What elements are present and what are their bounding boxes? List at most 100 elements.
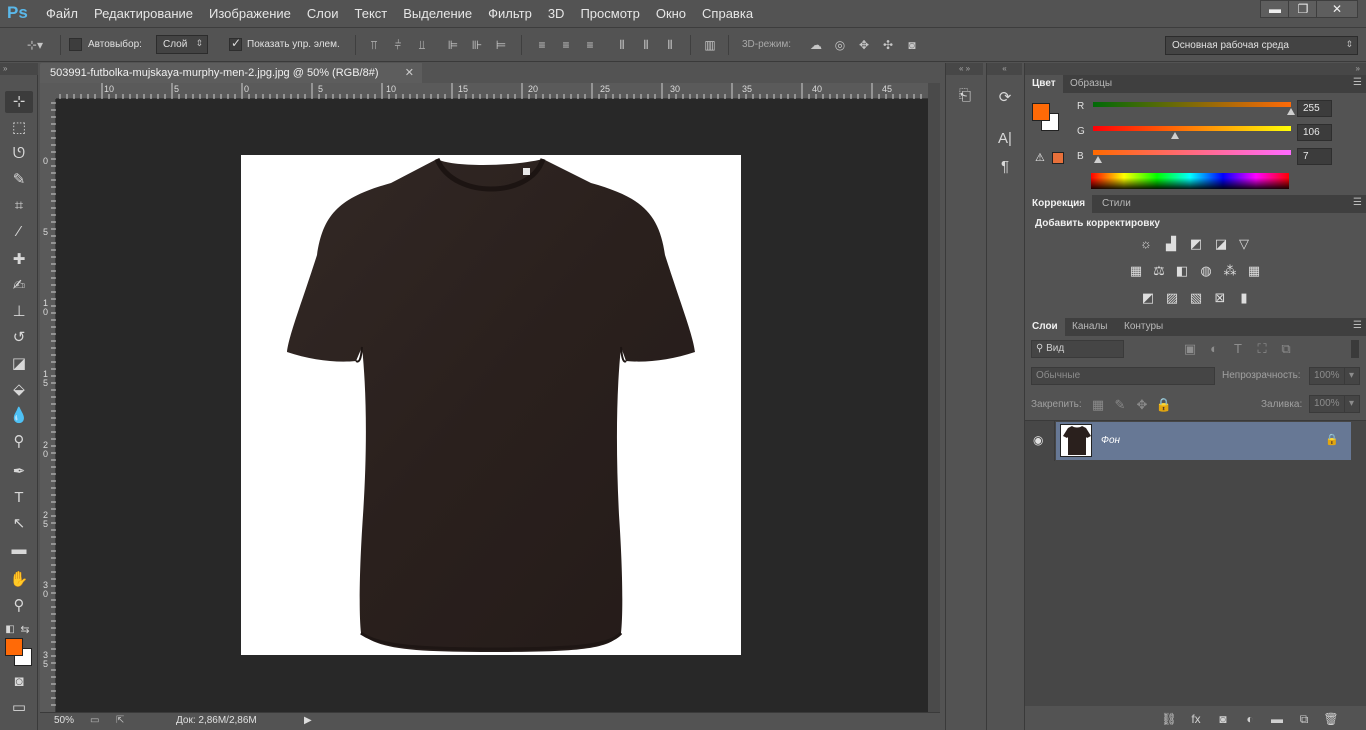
document-canvas[interactable]	[241, 155, 741, 655]
ruler-corner[interactable]	[40, 83, 56, 99]
tab-color[interactable]: Цвет	[1025, 75, 1063, 93]
lock-image-icon[interactable]: ✎	[1111, 397, 1129, 413]
new-layer-icon[interactable]: ⧉	[1295, 712, 1313, 726]
panel-menu-icon[interactable]: ☰	[1353, 320, 1362, 331]
hue-saturation-icon[interactable]: ▦	[1127, 263, 1145, 279]
show-transform-checkbox[interactable]	[229, 36, 242, 51]
green-slider[interactable]	[1093, 126, 1291, 131]
brightness-contrast-icon[interactable]: ☼	[1137, 236, 1155, 252]
close-window-button[interactable]: ✕	[1316, 0, 1358, 18]
right-dock-collapse-icon[interactable]: »	[1025, 63, 1366, 75]
collapse-toolbar-icon[interactable]: »	[0, 63, 38, 75]
menu-filter[interactable]: Фильтр	[488, 6, 532, 21]
panel-foreground-swatch[interactable]	[1032, 103, 1050, 121]
opacity-dropdown-arrow[interactable]: ▾	[1344, 367, 1360, 385]
align-bottom-icon[interactable]: ⫫	[414, 37, 430, 53]
restore-button[interactable]: ❐	[1288, 0, 1318, 18]
zoom-level[interactable]: 50%	[54, 715, 74, 726]
dock-collapse-icon[interactable]: « »	[946, 63, 983, 75]
menu-view[interactable]: Просмотр	[580, 6, 639, 21]
vibrance-icon[interactable]: ▽	[1235, 236, 1253, 252]
threshold-icon[interactable]: ▧	[1187, 290, 1205, 306]
3d-scale-icon[interactable]: ◙	[904, 37, 920, 53]
color-spectrum-ramp[interactable]	[1091, 173, 1289, 189]
channel-mixer-icon[interactable]: ⁂	[1221, 263, 1239, 279]
type-tool-icon[interactable]: T	[5, 487, 33, 509]
layer-style-icon[interactable]: fx	[1187, 712, 1205, 726]
lock-position-icon[interactable]: ✥	[1133, 397, 1151, 413]
foreground-color-swatch[interactable]	[5, 638, 23, 656]
history-brush-tool-icon[interactable]: ↺	[5, 327, 33, 349]
photo-filter-icon[interactable]: ◍	[1197, 263, 1215, 279]
menu-select[interactable]: Выделение	[403, 6, 472, 21]
green-value-input[interactable]: 106	[1297, 124, 1332, 141]
menu-type[interactable]: Текст	[355, 6, 388, 21]
panel-menu-icon[interactable]: ☰	[1353, 77, 1362, 88]
document-tab[interactable]: 503991-futbolka-mujskaya-murphy-men-2.jp…	[40, 63, 422, 83]
zoom-tool-icon[interactable]: ⚲	[5, 595, 33, 617]
tab-adjustments[interactable]: Коррекция	[1025, 195, 1093, 213]
tab-channels[interactable]: Каналы	[1065, 318, 1115, 336]
blur-tool-icon[interactable]: 💧	[5, 405, 33, 427]
layer-row[interactable]: Фон 🔒	[1056, 422, 1351, 460]
document-vertical-scrollbar[interactable]	[928, 83, 940, 712]
filter-shape-icon[interactable]: ⛶	[1253, 341, 1271, 357]
levels-icon[interactable]: ▟	[1162, 236, 1180, 252]
paragraph-panel-icon[interactable]: ¶	[993, 156, 1017, 178]
menu-help[interactable]: Справка	[702, 6, 753, 21]
eye-icon[interactable]: ◉	[1033, 433, 1043, 447]
eyedropper-tool-icon[interactable]: ⁄	[5, 221, 33, 243]
tab-paths[interactable]: Контуры	[1117, 318, 1170, 336]
curves-icon[interactable]: ◩	[1187, 236, 1205, 252]
new-adjustment-layer-icon[interactable]: ◐	[1241, 712, 1259, 726]
menu-layers[interactable]: Слои	[307, 6, 339, 21]
red-slider-thumb[interactable]	[1287, 108, 1295, 115]
filter-type-icon[interactable]: T	[1229, 341, 1247, 357]
blue-slider-thumb[interactable]	[1094, 156, 1103, 163]
filter-toggle[interactable]	[1351, 340, 1359, 358]
history-panel-icon[interactable]: ⎗	[953, 85, 977, 107]
distribute-vcenter-icon[interactable]: ≡	[558, 37, 574, 53]
align-vcenter-icon[interactable]: ⫩	[390, 37, 406, 53]
3d-slide-icon[interactable]: ✣	[880, 37, 896, 53]
3d-pan-icon[interactable]: ✥	[856, 37, 872, 53]
vertical-ruler[interactable]: 0 5 1 0 1 5 2 0 2 5 3 0 3 5	[40, 99, 56, 712]
filter-pixel-icon[interactable]: ▣	[1181, 341, 1199, 357]
distribute-hcenter-icon[interactable]: ⦀	[638, 37, 654, 53]
brush-tool-icon[interactable]: ✍	[5, 275, 33, 297]
screen-mode-icon[interactable]: ▭	[5, 697, 33, 719]
status-menu-arrow-icon[interactable]: ▶	[304, 715, 312, 726]
color-balance-icon[interactable]: ⚖	[1150, 263, 1168, 279]
clone-stamp-tool-icon[interactable]: ⊥	[5, 301, 33, 323]
align-right-icon[interactable]: ⊨	[493, 37, 509, 53]
quick-select-tool-icon[interactable]: ✎	[5, 169, 33, 191]
invert-icon[interactable]: ◩	[1139, 290, 1157, 306]
gradient-map-icon[interactable]: ▮	[1235, 290, 1253, 306]
distribute-left-icon[interactable]: ⦀	[614, 37, 630, 53]
close-document-icon[interactable]: ✕	[405, 66, 414, 79]
rectangle-tool-icon[interactable]: ▬	[5, 539, 33, 561]
menu-edit[interactable]: Редактирование	[94, 6, 193, 21]
add-mask-icon[interactable]: ◙	[1214, 712, 1232, 726]
dock-collapse-icon[interactable]: «	[987, 63, 1022, 75]
blue-value-input[interactable]: 7	[1297, 148, 1332, 165]
tab-swatches[interactable]: Образцы	[1063, 75, 1119, 93]
path-select-tool-icon[interactable]: ↖	[5, 513, 33, 535]
pen-tool-icon[interactable]: ✒	[5, 461, 33, 483]
align-left-icon[interactable]: ⊫	[445, 37, 461, 53]
layer-filter-dropdown[interactable]: ⚲ Вид	[1031, 340, 1124, 358]
red-value-input[interactable]: 255	[1297, 100, 1332, 117]
blue-slider[interactable]	[1093, 150, 1291, 155]
brush-presets-icon[interactable]: ⟳	[993, 87, 1017, 109]
filter-adjustment-icon[interactable]: ◐	[1205, 341, 1223, 357]
eraser-tool-icon[interactable]: ◪	[5, 353, 33, 375]
healing-brush-tool-icon[interactable]: ✚	[5, 249, 33, 271]
fill-dropdown-arrow[interactable]: ▾	[1344, 395, 1360, 413]
new-group-icon[interactable]: ▬	[1268, 712, 1286, 726]
auto-align-icon[interactable]: ▥	[702, 37, 718, 53]
crop-tool-icon[interactable]: ⌗	[5, 195, 33, 217]
layer-visibility-cell[interactable]: ◉	[1025, 421, 1055, 461]
link-layers-icon[interactable]: ⛓	[1160, 712, 1178, 726]
menu-file[interactable]: Файл	[46, 6, 78, 21]
filter-smart-object-icon[interactable]: ⧉	[1277, 341, 1295, 357]
